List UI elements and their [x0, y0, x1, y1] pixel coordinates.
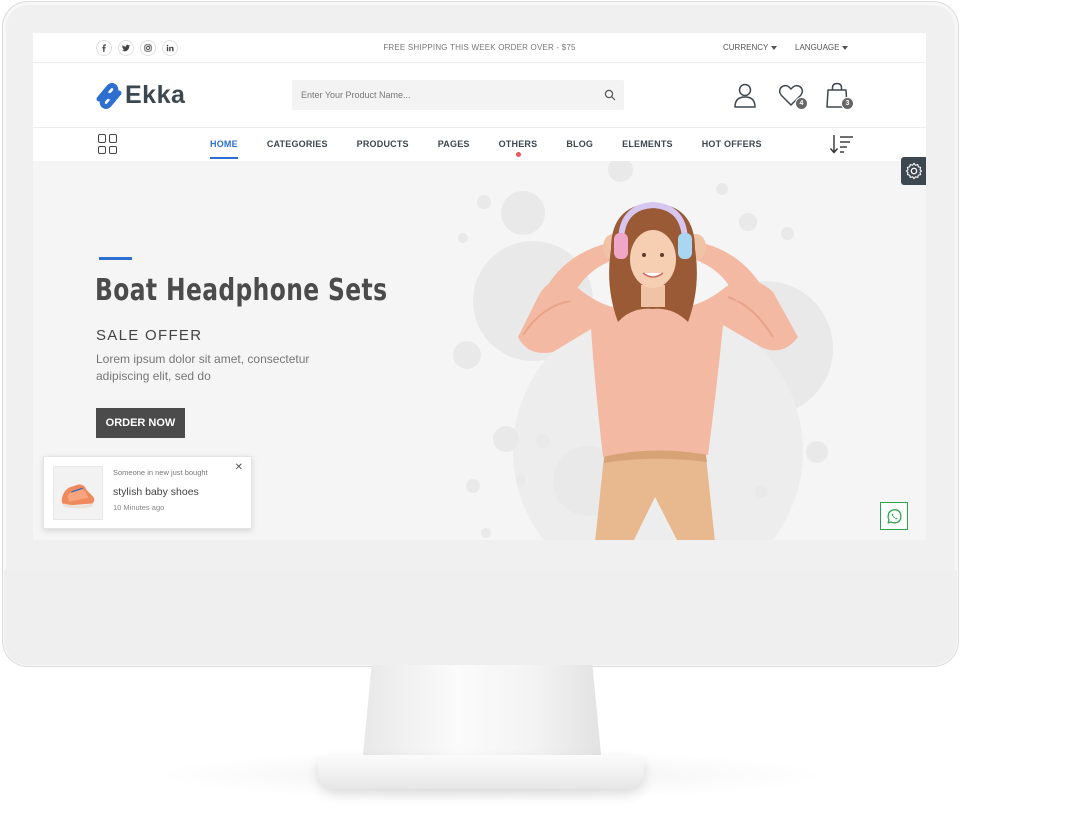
- cart-button[interactable]: 3: [823, 81, 854, 110]
- hero-description: Lorem ipsum dolor sit amet, consectetur …: [96, 352, 310, 383]
- nav-item-products[interactable]: PRODUCTS: [357, 139, 409, 149]
- chevron-down-icon: [771, 45, 778, 50]
- account-button[interactable]: [731, 81, 759, 109]
- popup-time: 10 Minutes ago: [113, 503, 165, 512]
- settings-button[interactable]: [901, 157, 926, 185]
- decor-bubble: [466, 479, 480, 493]
- nav-item-others[interactable]: OTHERS: [498, 139, 538, 157]
- monitor-mockup: FREE SHIPPING THIS WEEK ORDER OVER - $75…: [0, 0, 1068, 821]
- search-box: [292, 80, 624, 110]
- user-icon: [734, 83, 756, 108]
- whatsapp-icon: [886, 508, 902, 524]
- nav-item-blog[interactable]: BLOG: [566, 139, 593, 149]
- baby-shoes-image: [61, 484, 95, 509]
- website-screen: FREE SHIPPING THIS WEEK ORDER OVER - $75…: [33, 33, 926, 540]
- promo-text: FREE SHIPPING THIS WEEK ORDER OVER - $75: [383, 43, 576, 52]
- whatsapp-button[interactable]: [880, 502, 908, 530]
- wishlist-count-badge: 4: [795, 97, 808, 110]
- hero-title: Boat Headphone Sets: [95, 273, 388, 308]
- main-navigation: HOME CATEGORIES PRODUCTS PAGES OTHERS BL…: [33, 129, 926, 161]
- product-thumbnail[interactable]: [53, 466, 103, 520]
- close-icon[interactable]: ✕: [235, 462, 243, 473]
- decor-bubble: [453, 341, 481, 369]
- category-grid-icon[interactable]: [98, 134, 118, 154]
- search-input[interactable]: [292, 80, 582, 110]
- decor-bubble: [458, 233, 468, 243]
- decor-bubble: [608, 161, 633, 182]
- currency-label: CURRENCY: [723, 43, 769, 52]
- order-now-button[interactable]: ORDER NOW: [96, 408, 185, 438]
- hero-model-image: [518, 201, 798, 540]
- monitor-chin: [4, 570, 957, 665]
- header: Ekka 4: [33, 64, 926, 128]
- hero-subtitle: SALE OFFER: [96, 327, 203, 344]
- nav-item-home[interactable]: HOME: [210, 139, 238, 159]
- hero-accent-line: [99, 257, 132, 260]
- logo[interactable]: Ekka: [95, 81, 185, 110]
- monitor-stand-neck: [362, 665, 602, 765]
- monitor-stand-base: [318, 755, 644, 789]
- nav-item-others-label: OTHERS: [498, 139, 538, 149]
- wishlist-button[interactable]: 4: [777, 81, 808, 110]
- popup-product-name[interactable]: stylish baby shoes: [113, 486, 199, 498]
- chevron-down-icon: [842, 45, 849, 50]
- new-indicator-dot: [515, 152, 521, 157]
- logo-text: Ekka: [125, 81, 186, 109]
- search-icon[interactable]: [604, 89, 616, 101]
- logo-icon: [96, 82, 122, 109]
- language-label: LANGUAGE: [795, 43, 840, 52]
- popup-message: Someone in new just bought: [113, 468, 208, 477]
- nav-item-pages[interactable]: PAGES: [438, 139, 470, 149]
- decor-bubble: [716, 183, 728, 195]
- top-bar: FREE SHIPPING THIS WEEK ORDER OVER - $75…: [33, 33, 926, 63]
- nav-item-hot-offers[interactable]: HOT OFFERS: [702, 139, 762, 149]
- nav-item-elements[interactable]: ELEMENTS: [622, 139, 673, 149]
- sort-icon[interactable]: [829, 133, 855, 155]
- cart-count-badge: 3: [841, 97, 854, 110]
- gear-icon: [905, 162, 922, 180]
- currency-dropdown[interactable]: CURRENCY: [723, 43, 778, 52]
- language-dropdown[interactable]: LANGUAGE: [795, 43, 849, 52]
- nav-item-categories[interactable]: CATEGORIES: [267, 139, 328, 149]
- recent-purchase-popup: Someone in new just bought stylish baby …: [43, 456, 252, 529]
- nav-menu: HOME CATEGORIES PRODUCTS PAGES OTHERS BL…: [210, 139, 791, 159]
